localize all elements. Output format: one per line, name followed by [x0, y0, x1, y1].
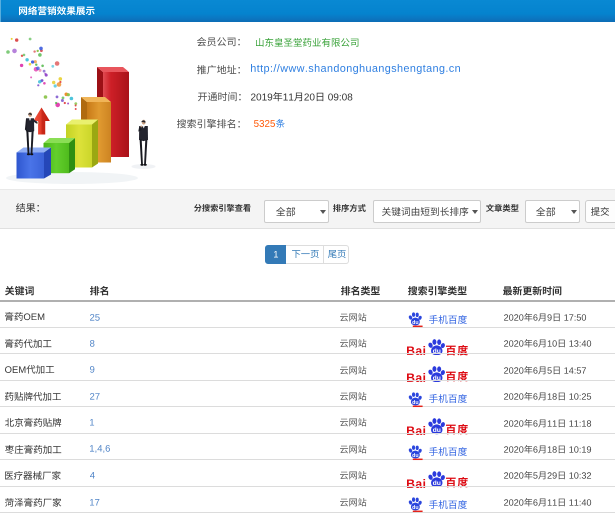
svg-text:du: du	[412, 505, 418, 511]
svg-text:du: du	[412, 320, 418, 326]
svg-text:du: du	[412, 399, 418, 405]
svg-text:du: du	[412, 452, 418, 458]
